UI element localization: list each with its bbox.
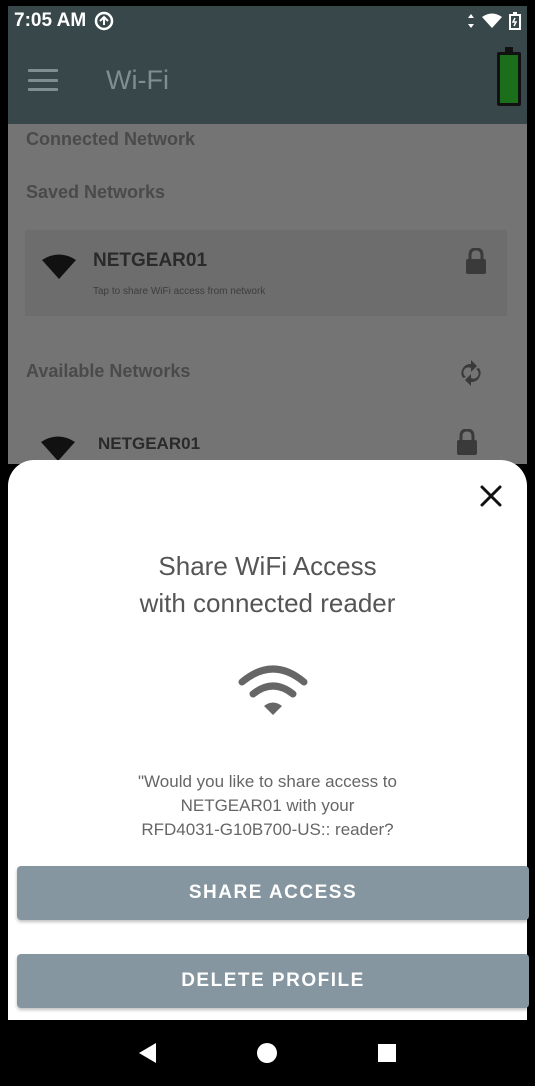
home-button[interactable] bbox=[247, 1033, 287, 1073]
recents-icon bbox=[378, 1044, 397, 1062]
saved-networks-label: Saved Networks bbox=[26, 182, 166, 202]
connected-network-label: Connected Network bbox=[26, 129, 196, 149]
battery-status-icon bbox=[509, 12, 521, 30]
app-bar: Wi-Fi bbox=[8, 36, 527, 124]
system-nav-bar bbox=[8, 1020, 527, 1086]
message-line1: "Would you like to share access to bbox=[138, 772, 397, 791]
message-line3: RFD4031-G10B700-US:: reader? bbox=[141, 820, 394, 839]
available-network-name[interactable]: NETGEAR01 bbox=[98, 434, 200, 454]
share-wifi-sheet: Share WiFi Access with connected reader … bbox=[8, 460, 529, 1020]
status-icons bbox=[467, 12, 521, 30]
refresh-icon[interactable] bbox=[456, 358, 486, 388]
message-line2: NETGEAR01 with your bbox=[180, 796, 355, 815]
sheet-title-line2: with connected reader bbox=[139, 588, 396, 618]
data-transfer-icon bbox=[468, 14, 474, 28]
sheet-title: Share WiFi Access with connected reader bbox=[8, 548, 527, 622]
wifi-icon bbox=[238, 665, 308, 715]
wifi-icon bbox=[41, 436, 75, 461]
available-networks-label: Available Networks bbox=[26, 361, 191, 381]
sync-status-icon bbox=[94, 11, 114, 31]
wifi-status-icon bbox=[482, 13, 502, 28]
page-title: Wi-Fi bbox=[106, 64, 169, 95]
wifi-icon bbox=[42, 254, 76, 279]
wifi-network-list: Connected Network Saved Networks NETGEAR… bbox=[8, 124, 527, 464]
saved-network-name: NETGEAR01 bbox=[93, 250, 208, 271]
status-time: 7:05 AM bbox=[14, 10, 87, 31]
share-confirmation-message: "Would you like to share access to NETGE… bbox=[8, 770, 527, 842]
lock-icon bbox=[466, 248, 486, 274]
close-icon[interactable] bbox=[475, 480, 507, 512]
home-icon bbox=[257, 1043, 278, 1063]
lock-icon bbox=[457, 429, 477, 455]
saved-network-subtitle: Tap to share WiFi access from network bbox=[93, 286, 266, 297]
status-bar: 7:05 AM bbox=[8, 6, 527, 36]
delete-profile-button[interactable]: DELETE PROFILE bbox=[17, 954, 529, 1008]
back-icon bbox=[138, 1043, 156, 1063]
saved-network-item[interactable]: NETGEAR01 Tap to share WiFi access from … bbox=[25, 230, 507, 316]
battery-level-icon bbox=[497, 47, 521, 106]
recents-button[interactable] bbox=[367, 1033, 407, 1073]
sheet-title-line1: Share WiFi Access bbox=[158, 551, 377, 581]
share-access-button[interactable]: SHARE ACCESS bbox=[17, 866, 529, 920]
hamburger-menu-icon[interactable] bbox=[28, 69, 58, 91]
back-button[interactable] bbox=[128, 1033, 168, 1073]
